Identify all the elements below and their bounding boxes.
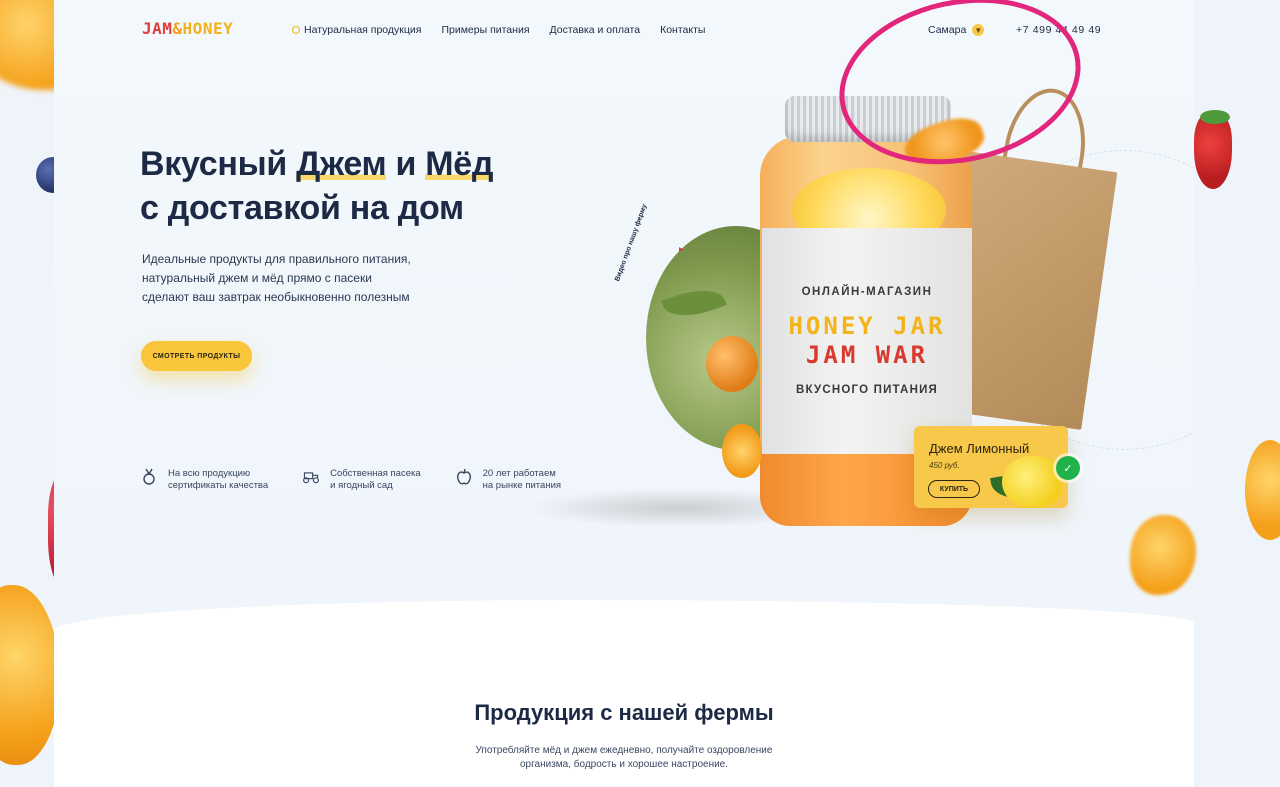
logo-jam: JAM bbox=[142, 19, 173, 38]
jar-label-jam: JAM WAR bbox=[805, 341, 929, 369]
desc-line: сделают ваш завтрак необыкновенно полезн… bbox=[142, 290, 410, 304]
apple-icon bbox=[455, 468, 473, 486]
title-text: Вкусный bbox=[140, 145, 297, 183]
product-card[interactable]: Джем Лимонный 450 руб. КУПИТЬ ✓ bbox=[914, 426, 1080, 508]
view-products-button[interactable]: Смотреть продукты bbox=[141, 341, 252, 371]
section-description: Употребляйте мёд и джем ежедневно, получ… bbox=[54, 744, 1194, 772]
nav-item-examples[interactable]: Примеры питания bbox=[441, 24, 529, 36]
hero-description: Идеальные продукты для правильного питан… bbox=[142, 250, 411, 307]
video-label[interactable]: Видео про нашу ферму bbox=[614, 195, 651, 282]
feature-text: на рынке питания bbox=[482, 480, 562, 491]
feature-text: 20 лет работаем bbox=[482, 468, 556, 479]
orange-decoration bbox=[722, 424, 762, 478]
nav-item-products[interactable]: Натуральная продукция bbox=[292, 24, 421, 36]
nav-label: Натуральная продукция bbox=[304, 24, 422, 36]
logo-honey: HONEY bbox=[182, 19, 234, 38]
orange-decoration bbox=[1245, 440, 1280, 540]
buy-button[interactable]: КУПИТЬ bbox=[928, 480, 980, 498]
jar-label-honey: HONEY JAR bbox=[788, 312, 946, 340]
desc-line: Употребляйте мёд и джем ежедневно, получ… bbox=[475, 745, 773, 756]
nav-label: Доставка и оплата bbox=[549, 24, 641, 36]
jar-label-bottom: ВКУСНОГО ПИТАНИЯ bbox=[796, 384, 938, 396]
tangerine-decoration bbox=[706, 336, 758, 392]
nav-label: Контакты bbox=[660, 24, 706, 36]
nav-item-delivery[interactable]: Доставка и оплата bbox=[550, 24, 641, 36]
feature-item: 20 лет работаем на рынке питания bbox=[455, 468, 561, 492]
desc-line: натуральный джем и мёд прямо с пасеки bbox=[142, 271, 372, 285]
circle-icon bbox=[292, 26, 300, 34]
logo[interactable]: JAM&HONEY bbox=[142, 19, 233, 38]
feature-text: и ягодный сад bbox=[330, 480, 393, 491]
hero-title: Вкусный Джем и Мёд с доставкой на дом bbox=[140, 142, 493, 230]
lemon-image bbox=[1002, 456, 1062, 508]
feature-item: На всю продукцию сертификаты качества bbox=[140, 468, 268, 492]
feature-text: сертификаты качества bbox=[168, 480, 269, 491]
logo-amp: & bbox=[172, 19, 183, 38]
main-nav: Натуральная продукция Примеры питания До… bbox=[292, 24, 705, 36]
title-line2: с доставкой на дом bbox=[140, 189, 464, 227]
leaf-decoration bbox=[1200, 110, 1230, 124]
jar-label: ОНЛАЙН-МАГАЗИН HONEY JAR JAM WAR ВКУСНОГ… bbox=[762, 228, 972, 454]
title-highlight-honey: Мёд bbox=[425, 145, 494, 183]
feature-item: Собственная пасека и ягодный сад bbox=[302, 468, 421, 492]
title-highlight-jam: Джем bbox=[296, 145, 387, 183]
feature-text: На всю продукцию bbox=[168, 468, 251, 479]
medal-icon bbox=[140, 468, 158, 486]
play-icon: ▶ bbox=[679, 247, 684, 253]
features-list: На всю продукцию сертификаты качества Со… bbox=[140, 468, 561, 492]
jar-label-top: ОНЛАЙН-МАГАЗИН bbox=[801, 286, 933, 298]
tractor-icon bbox=[302, 468, 320, 486]
title-text: и bbox=[386, 145, 426, 183]
product-price: 450 руб. bbox=[929, 461, 960, 470]
product-name: Джем Лимонный bbox=[929, 441, 1030, 456]
feature-text: Собственная пасека bbox=[330, 468, 421, 479]
desc-line: организма, бодрость и хорошее настроение… bbox=[519, 759, 729, 770]
nav-item-contacts[interactable]: Контакты bbox=[660, 24, 705, 36]
check-icon[interactable]: ✓ bbox=[1056, 456, 1080, 480]
orange-decoration bbox=[0, 585, 60, 765]
desc-line: Идеальные продукты для правильного питан… bbox=[142, 252, 411, 266]
section-title: Продукция с нашей фермы bbox=[474, 700, 774, 725]
strawberry-decoration bbox=[1194, 113, 1232, 189]
nav-label: Примеры питания bbox=[441, 24, 530, 36]
